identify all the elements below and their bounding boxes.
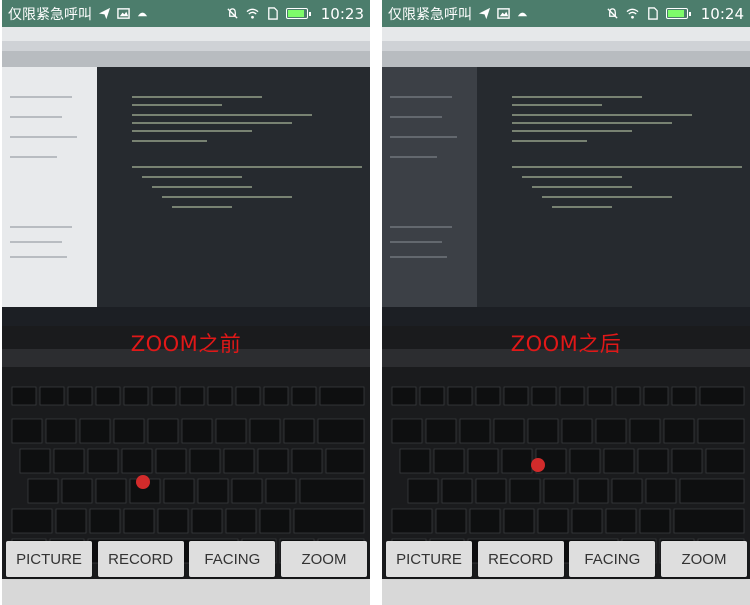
android-icon (517, 12, 528, 17)
send-icon (98, 7, 111, 20)
carrier-label: 仅限紧急呼叫 (388, 6, 472, 23)
sim-icon (647, 7, 658, 20)
mute-icon (607, 8, 618, 19)
battery-icon (285, 8, 311, 19)
picture-button[interactable]: PICTURE (386, 541, 472, 577)
mute-icon (227, 8, 238, 19)
camera-preview (382, 27, 750, 605)
record-button[interactable]: RECORD (97, 541, 184, 577)
camera-controls: PICTURE RECORD FACING ZOOM (2, 541, 370, 579)
status-bar: 仅限紧急呼叫 10:24 (382, 0, 750, 27)
camera-preview-image (2, 27, 370, 605)
facing-button[interactable]: FACING (189, 541, 276, 577)
image-icon (497, 8, 510, 19)
divider (370, 0, 382, 605)
phone-before-zoom: 仅限紧急呼叫 10:23 ZOOM之前 PICTURE RECORD FACIN… (2, 0, 370, 605)
clock: 10:23 (320, 4, 364, 23)
camera-preview-image (382, 27, 750, 605)
phone-after-zoom: 仅限紧急呼叫 10:24 ZOOM之后 PICTURE RECORD FACIN… (382, 0, 750, 605)
zoom-caption: ZOOM之前 (130, 332, 242, 356)
carrier-label: 仅限紧急呼叫 (8, 6, 92, 23)
android-icon (137, 12, 148, 17)
camera-preview (2, 27, 370, 605)
zoom-button[interactable]: ZOOM (660, 541, 747, 577)
send-icon (478, 7, 491, 20)
sim-icon (267, 7, 278, 20)
battery-icon (665, 8, 691, 19)
facing-button[interactable]: FACING (569, 541, 656, 577)
camera-controls: PICTURE RECORD FACING ZOOM (382, 541, 750, 579)
status-bar: 仅限紧急呼叫 10:23 (2, 0, 370, 27)
zoom-caption: ZOOM之后 (510, 332, 622, 356)
wifi-icon (626, 8, 639, 19)
wifi-icon (246, 8, 259, 19)
record-button[interactable]: RECORD (477, 541, 564, 577)
clock: 10:24 (700, 4, 744, 23)
image-icon (117, 8, 130, 19)
zoom-button[interactable]: ZOOM (280, 541, 367, 577)
picture-button[interactable]: PICTURE (6, 541, 92, 577)
